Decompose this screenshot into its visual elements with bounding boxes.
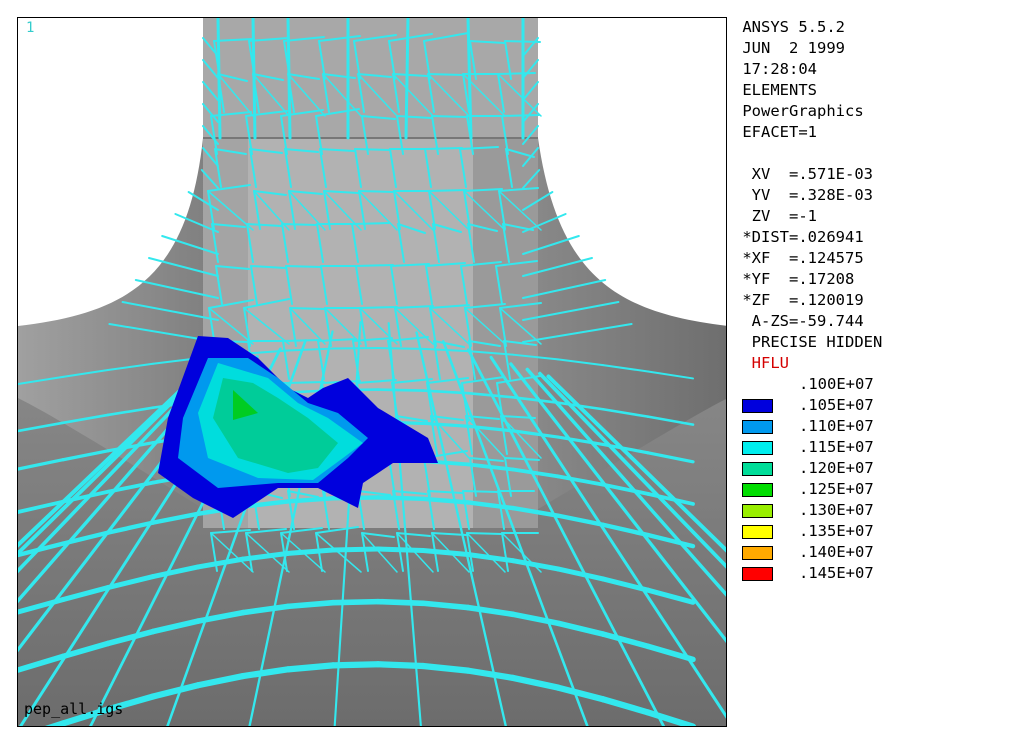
legend-row: .145E+07 — [733, 563, 1013, 584]
legend-swatch — [742, 546, 773, 560]
legend-value: .145E+07 — [799, 564, 874, 582]
window-number: 1 — [26, 20, 35, 36]
legend-swatch — [742, 399, 773, 413]
legend-value: .115E+07 — [799, 438, 874, 456]
legend-value: .125E+07 — [799, 480, 874, 498]
legend-swatch — [742, 567, 773, 581]
info-panel: ANSYS 5.5.2 JUN 2 1999 17:28:04 ELEMENTS… — [733, 17, 1013, 584]
view-line: YV =.328E-03 — [733, 186, 873, 204]
view-line: A-ZS=-59.744 — [733, 312, 864, 330]
result-label: HFLU — [733, 354, 789, 372]
legend-min-value: .100E+07 — [799, 375, 874, 393]
view-line: *XF =.124575 — [733, 249, 864, 267]
legend-value: .110E+07 — [799, 417, 874, 435]
info-line: ELEMENTS — [733, 81, 817, 99]
legend-value: .135E+07 — [799, 522, 874, 540]
legend-swatch — [742, 525, 773, 539]
legend-value: .130E+07 — [799, 501, 874, 519]
info-line: 17:28:04 — [733, 60, 817, 78]
view-line: *ZF =.120019 — [733, 291, 864, 309]
view-line: ZV =-1 — [733, 207, 817, 225]
file-label: pep_all.igs — [24, 700, 124, 718]
legend-row: .140E+07 — [733, 542, 1013, 563]
legend-row: .105E+07 — [733, 395, 1013, 416]
info-line: EFACET=1 — [733, 123, 817, 141]
legend-row: .135E+07 — [733, 521, 1013, 542]
legend-row: .125E+07 — [733, 479, 1013, 500]
view-line: PRECISE HIDDEN — [733, 333, 883, 351]
contour-legend: .105E+07 .110E+07 .115E+07 .120E+07 .125E+07… — [733, 395, 1013, 584]
view-line: XV =.571E-03 — [733, 165, 873, 183]
legend-value: .105E+07 — [799, 396, 874, 414]
legend-swatch — [742, 504, 773, 518]
mesh-plot — [18, 18, 726, 726]
view-line: *YF =.17208 — [733, 270, 855, 288]
legend-swatch — [742, 420, 773, 434]
info-line: JUN 2 1999 — [733, 39, 845, 57]
legend-row: .110E+07 — [733, 416, 1013, 437]
legend-row: .130E+07 — [733, 500, 1013, 521]
view-line: *DIST=.026941 — [733, 228, 864, 246]
info-line: ANSYS 5.5.2 — [733, 18, 845, 36]
legend-swatch — [742, 483, 773, 497]
legend-row: .115E+07 — [733, 437, 1013, 458]
legend-value: .140E+07 — [799, 543, 874, 561]
legend-value: .120E+07 — [799, 459, 874, 477]
info-line: PowerGraphics — [733, 102, 864, 120]
graphics-viewport[interactable]: 1 pep_all.igs — [17, 17, 727, 727]
legend-swatch — [742, 462, 773, 476]
legend-row: .120E+07 — [733, 458, 1013, 479]
legend-swatch — [742, 441, 773, 455]
